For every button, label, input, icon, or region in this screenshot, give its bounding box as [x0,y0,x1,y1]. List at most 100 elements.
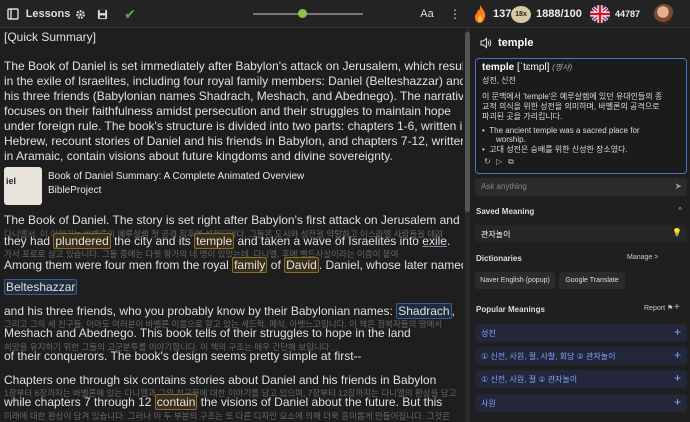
video-channel[interactable]: BibleProject [48,185,101,196]
dict-naver-button[interactable]: Naver English (popup) [475,272,555,289]
plus-icon[interactable]: + [674,371,681,385]
lessons-tab[interactable]: Lessons [26,0,71,28]
sentence-line[interactable]: Among them were four men from the royal … [4,257,463,273]
chevron-up-icon[interactable]: ^ [678,206,682,215]
text: and his three friends, who you probably … [4,304,397,318]
audio-slider[interactable] [253,13,363,15]
word-belteshazzar[interactable]: Belteshazzar [4,279,78,295]
card-example-text: 고대 성전은 숭배를 위한 신성한 장소였다. [489,145,628,154]
stats-area: 137 18x 1888/100 44787 [469,2,690,26]
send-icon[interactable]: ➤ [674,181,682,192]
meaning-text: 성전 [481,329,496,338]
summary-line: in Aramaic, contain visions about future… [4,149,393,163]
manage-dictionaries-button[interactable]: Manage > [627,254,658,261]
dict-google-button[interactable]: Google Translate [559,272,625,289]
meaning-text: ① 신전, 사원, 절 ② 관자놀이 [481,375,578,384]
sentence-line[interactable]: The Book of Daniel. The story is set rig… [4,213,460,228]
meaning-text: ① 신전, 사원, 절, 사찰, 회당 ② 관자놀이 [481,352,616,361]
video-thumbnail[interactable]: iel [4,167,42,205]
text: . [446,234,451,248]
font-size-button[interactable]: Aa [418,0,436,28]
play-icon[interactable]: ▷ [496,157,502,166]
card-headline: temple [ˈtɛmpl] (명사) [482,62,572,73]
meaning-text: 사원 [481,399,496,408]
sentence-line[interactable]: while chapters 7 through 12 contain the … [4,394,443,410]
sentence-line[interactable]: Belteshazzar [4,279,78,295]
summary-heading: [Quick Summary] [4,30,97,44]
reader-content: [Quick Summary] The Book of Daniel is se… [0,28,463,422]
top-bar: Lessons ✔ Aa ⋮ 137 18x 1888/100 44787 [0,0,690,28]
card-pos: (명사) [552,63,573,72]
selected-word: temple [498,37,534,49]
ask-input[interactable]: Ask anything ➤ [475,178,687,196]
popular-meanings-title: Popular Meanings [476,305,545,314]
streak-count: 137 [493,8,512,20]
text: Among them were four men from the royal [4,258,233,272]
sentence-line[interactable]: they had plundered the city and its temp… [4,233,451,249]
report-button[interactable]: Report ⚑ [644,304,673,312]
add-meaning-icon[interactable]: + [674,302,680,313]
gear-icon[interactable] [72,0,88,28]
card-word: temple [482,62,515,73]
level-badge: 18x [511,6,531,23]
scrollbar-thumb[interactable] [465,32,470,212]
word-exile[interactable]: exile [422,234,447,248]
text: . Daniel, whose later named [318,258,463,272]
sentence-line[interactable]: and his three friends, who you probably … [4,303,455,319]
video-title[interactable]: Book of Daniel Summary: A Complete Anima… [48,171,304,182]
popular-meaning-item[interactable]: 사원 + [475,394,687,412]
card-ipa: [ˈtɛmpl] [514,62,553,73]
word-family[interactable]: family [232,257,268,273]
word-panel: temple temple [ˈtɛmpl] (명사) 성전, 신전 이 문맥에… [471,28,690,422]
summary-line: his three friends (Babylonian names Shad… [4,89,463,103]
text: while chapters 7 through 12 [4,395,155,409]
word-shadrach[interactable]: Shadrach [396,303,452,319]
card-example: worship. [496,135,526,144]
lightbulb-icon[interactable]: 💡 [672,228,682,237]
ai-meaning-card: temple [ˈtɛmpl] (명사) 성전, 신전 이 문맥에서 'temp… [475,58,687,174]
sentence-line[interactable]: Chapters one through six contains storie… [4,373,436,388]
dictionaries-title: Dictionaries [476,254,522,263]
scrollbar[interactable] [465,28,470,422]
text: and taken a wave of Israelites into [234,234,423,248]
summary-line: The Book of Daniel is set immediately af… [4,59,463,73]
summary-line: focuses on their faithfulness amidst per… [4,104,451,118]
saved-meaning-field[interactable]: 관자놀이 💡 [475,225,687,242]
manage-label: Manage [627,254,653,261]
report-label: Report [644,305,666,312]
card-desc: 파괴된 곳을 가리킵니다. [482,112,563,121]
book-icon[interactable] [3,0,23,28]
plus-icon[interactable]: + [674,395,681,409]
popular-meaning-item[interactable]: ① 신전, 사원, 절, 사찰, 회당 ② 관자놀이 + [475,347,687,365]
plus-icon[interactable]: + [674,325,681,339]
check-icon[interactable]: ✔ [120,0,140,28]
lingq-count: 44787 [615,9,641,19]
summary-line: Hebrew, recount stories of Daniel and hi… [4,134,463,148]
text: the city and its [110,234,195,248]
sentence-line[interactable]: of their conquerors. The book's design s… [4,349,362,364]
word-temple[interactable]: temple [194,233,235,249]
more-menu-icon[interactable]: ⋮ [447,0,463,28]
popular-meaning-item[interactable]: ① 신전, 사원, 절 ② 관자놀이 + [475,370,687,388]
flame-icon [475,5,486,23]
popular-meaning-item[interactable]: 성전 + [475,324,687,342]
word-contain[interactable]: contain [154,394,198,410]
text: , [451,304,455,318]
word-david[interactable]: David [284,257,319,273]
card-example-text: The ancient temple was a sacred place fo… [489,126,640,135]
saved-meaning-title: Saved Meaning [476,207,535,216]
text: the visions of Daniel about the future. … [197,395,443,409]
copy-icon[interactable]: ⧉ [508,157,514,167]
speaker-icon[interactable] [480,37,492,49]
word-plundered[interactable]: plundered [53,233,111,249]
text: of [267,258,285,272]
slider-thumb[interactable] [298,9,307,18]
plus-icon[interactable]: + [674,348,681,362]
avatar[interactable] [654,4,674,24]
refresh-icon[interactable]: ↻ [484,157,491,166]
save-icon[interactable] [94,0,110,28]
uk-flag-icon[interactable] [590,5,610,23]
sentence-line[interactable]: Meshach and Abednego. This book tells of… [4,326,411,341]
summary-line: under foreign rule. The book's structure… [4,119,463,133]
summary-line: in the exile of Israelites, including fo… [4,74,463,88]
